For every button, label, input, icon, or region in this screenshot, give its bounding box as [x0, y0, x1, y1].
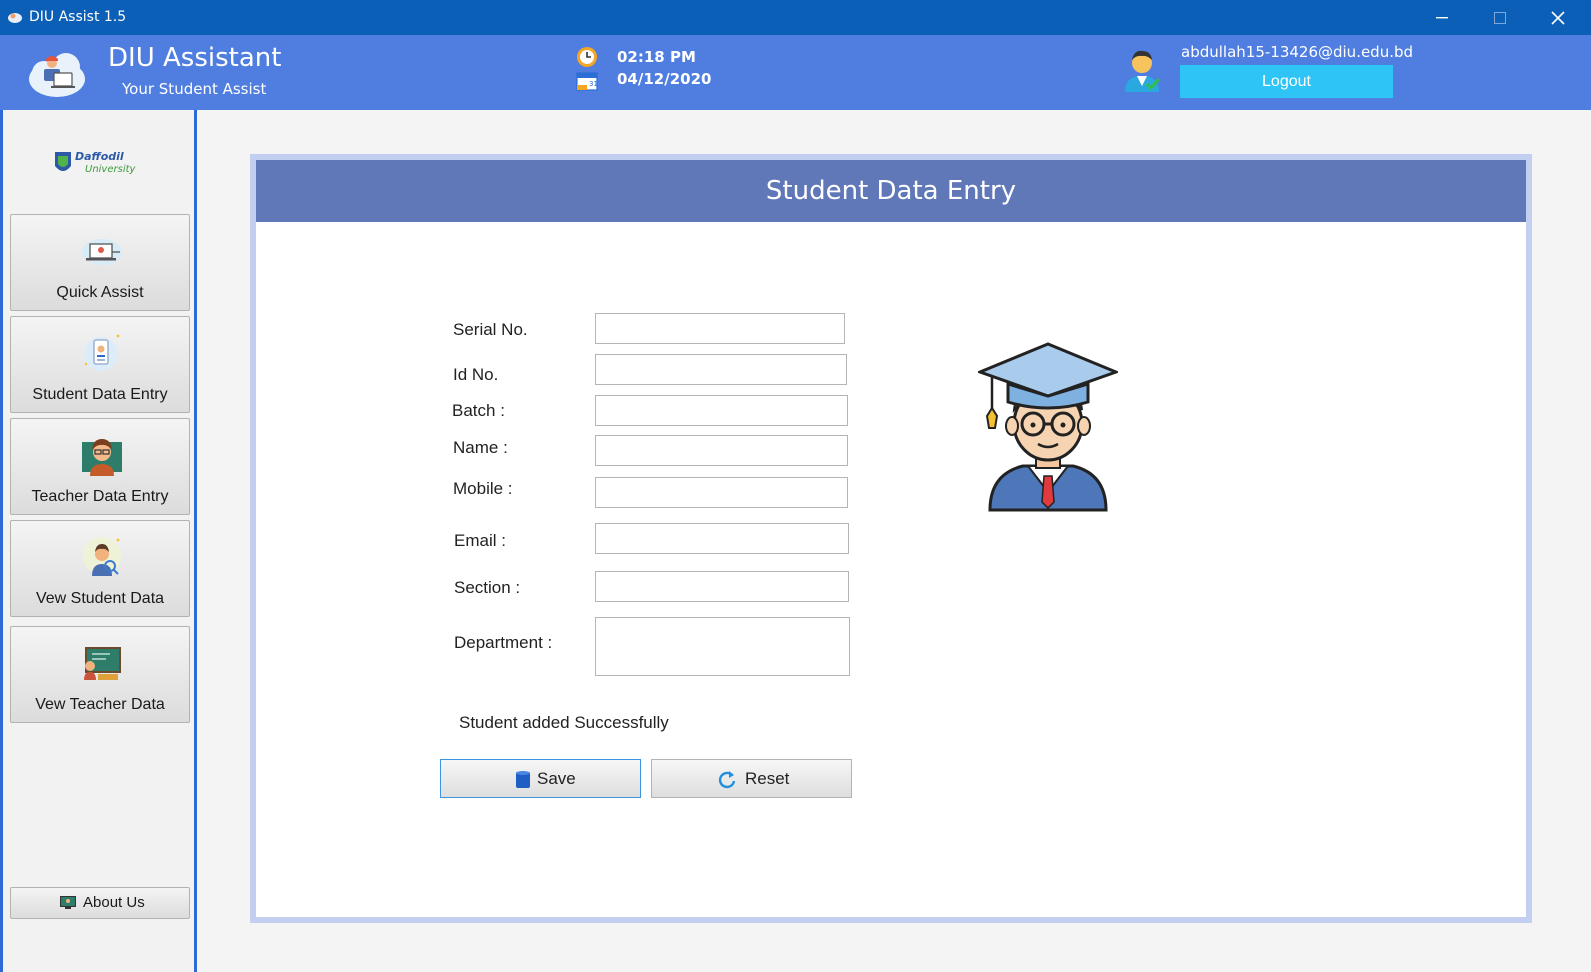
student-search-icon — [83, 537, 121, 576]
mobile-input[interactable] — [595, 477, 848, 508]
nav-label: Vew Teacher Data — [35, 696, 165, 713]
minimize-button[interactable] — [1413, 0, 1471, 35]
nav-view-student-data[interactable]: Vew Student Data — [10, 520, 190, 617]
email-label: Email : — [454, 531, 506, 550]
batch-input[interactable] — [595, 395, 848, 426]
about-us-button[interactable]: About Us — [10, 887, 190, 919]
graduate-avatar-icon — [978, 342, 1118, 512]
user-email: abdullah15-13426@diu.edu.bd — [1181, 43, 1414, 61]
reset-button[interactable]: Reset — [651, 759, 852, 798]
name-input[interactable] — [595, 435, 848, 466]
daffodil-university-logo: Daffodil University — [55, 150, 137, 175]
id-input[interactable] — [595, 354, 847, 385]
classroom-board-icon — [84, 647, 121, 680]
id-card-icon — [84, 334, 120, 371]
app-icon — [8, 13, 22, 23]
logo-text-bottom: University — [85, 164, 137, 175]
nav-teacher-data-entry[interactable]: Teacher Data Entry — [10, 418, 190, 515]
nav-label: Teacher Data Entry — [31, 488, 169, 505]
serial-label: Serial No. — [453, 320, 528, 339]
email-input[interactable] — [595, 523, 849, 554]
window-title-bar[interactable]: DIU Assist 1.5 — [0, 0, 1591, 35]
laptop-support-icon — [82, 239, 122, 265]
nav-student-data-entry[interactable]: Student Data Entry — [10, 316, 190, 413]
id-label: Id No. — [453, 365, 499, 384]
minimize-icon — [1436, 16, 1448, 18]
maximize-icon — [1494, 11, 1506, 24]
save-label: Save — [537, 769, 576, 788]
status-message: Student added Successfully — [459, 713, 669, 732]
database-icon — [516, 771, 530, 788]
section-input[interactable] — [595, 571, 849, 602]
user-avatar-icon — [1125, 50, 1161, 92]
refresh-icon — [718, 771, 736, 789]
serial-input[interactable] — [595, 313, 845, 344]
logout-button[interactable]: Logout — [1180, 65, 1393, 98]
current-time: 02:18 PM — [617, 48, 696, 66]
panel-title: Student Data Entry — [256, 160, 1526, 222]
about-us-label: About Us — [83, 894, 145, 911]
cloud-assistant-logo — [29, 53, 85, 97]
nav-label: Student Data Entry — [32, 386, 168, 403]
name-label: Name : — [453, 438, 508, 457]
department-input[interactable] — [595, 617, 850, 676]
student-entry-panel: Student Data Entry Serial No. Id No. Bat… — [250, 154, 1532, 923]
close-icon — [1551, 10, 1565, 25]
nav-view-teacher-data[interactable]: Vew Teacher Data — [10, 626, 190, 723]
clock-icon — [577, 47, 597, 67]
close-button[interactable] — [1529, 0, 1587, 35]
calendar-icon: 31 — [576, 72, 598, 91]
nav-label: Quick Assist — [56, 284, 144, 301]
maximize-button[interactable] — [1471, 0, 1529, 35]
main-content: Student Data Entry Serial No. Id No. Bat… — [197, 110, 1591, 972]
reset-label: Reset — [745, 769, 790, 788]
teacher-icon — [82, 439, 122, 476]
monitor-user-icon — [60, 896, 76, 909]
section-label: Section : — [454, 578, 521, 597]
current-date: 04/12/2020 — [617, 70, 712, 88]
batch-label: Batch : — [452, 401, 505, 420]
window-title: DIU Assist 1.5 — [29, 9, 127, 25]
nav-quick-assist[interactable]: Quick Assist — [10, 214, 190, 311]
sidebar: Daffodil University Quick Assist Student… — [0, 110, 197, 972]
department-label: Department : — [454, 633, 553, 652]
logo-text-top: Daffodil — [75, 150, 124, 163]
app-subtitle: Your Student Assist — [122, 80, 267, 98]
mobile-label: Mobile : — [453, 479, 513, 498]
nav-label: Vew Student Data — [35, 590, 165, 607]
save-button[interactable]: Save — [440, 759, 641, 798]
app-header: DIU Assistant Your Student Assist 02:18 … — [0, 35, 1591, 110]
calendar-day: 31 — [589, 80, 598, 88]
app-name: DIU Assistant — [108, 43, 282, 73]
